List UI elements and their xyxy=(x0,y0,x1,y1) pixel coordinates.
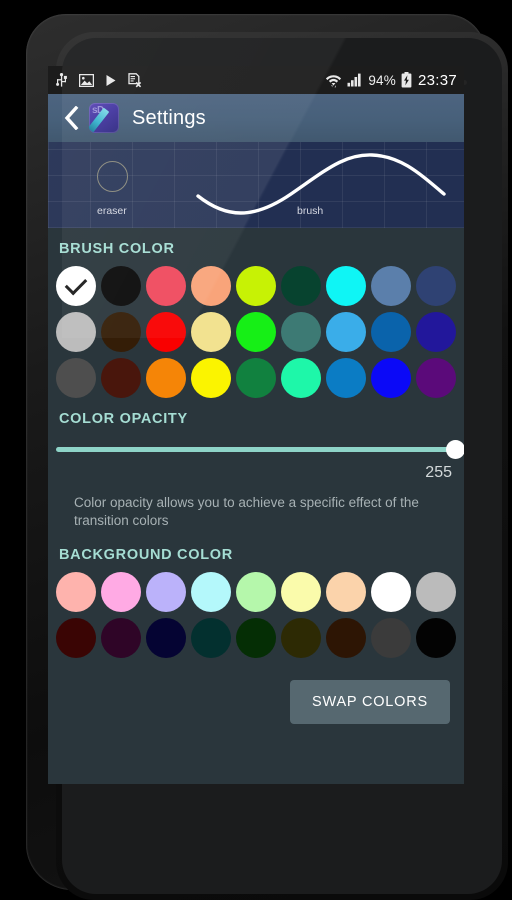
phone-screen: 94% 23:37 sD Settings eraser brush BRUSH… xyxy=(48,66,464,784)
background-color-swatch[interactable] xyxy=(56,618,96,658)
background-color-swatch[interactable] xyxy=(326,572,366,612)
brush-color-swatch[interactable] xyxy=(281,312,321,352)
brush-color-swatch[interactable] xyxy=(146,358,186,398)
background-color-swatch[interactable] xyxy=(416,618,456,658)
background-color-swatch[interactable] xyxy=(56,572,96,612)
status-bar-right-icons: 94% 23:37 xyxy=(325,72,457,89)
brush-color-swatch[interactable] xyxy=(326,358,366,398)
brush-color-swatch[interactable] xyxy=(146,312,186,352)
battery-percent-label: 94% xyxy=(368,72,396,88)
status-bar-clock: 23:37 xyxy=(417,71,457,89)
background-color-swatch[interactable] xyxy=(101,572,141,612)
brush-color-swatch[interactable] xyxy=(146,266,186,306)
signal-icon xyxy=(347,73,361,87)
color-opacity-description: Color opacity allows you to achieve a sp… xyxy=(74,495,419,528)
background-color-swatch[interactable] xyxy=(281,572,321,612)
background-color-swatch[interactable] xyxy=(236,572,276,612)
brush-color-swatch[interactable] xyxy=(191,266,231,306)
background-color-swatch[interactable] xyxy=(281,618,321,658)
brush-color-section: BRUSH COLOR xyxy=(48,228,464,398)
background-color-swatch[interactable] xyxy=(146,572,186,612)
slider-thumb[interactable] xyxy=(446,440,464,459)
color-opacity-header: COLOR OPACITY xyxy=(59,411,188,427)
document-remove-icon xyxy=(128,72,142,87)
settings-content: BRUSH COLOR COLOR OPACITY 255 Color opac… xyxy=(48,228,464,784)
background-color-swatch[interactable] xyxy=(236,618,276,658)
brush-color-row xyxy=(56,312,456,352)
brush-color-row xyxy=(56,266,456,306)
background-color-swatch[interactable] xyxy=(191,618,231,658)
brush-color-grid xyxy=(48,266,464,398)
wifi-icon xyxy=(326,75,342,88)
battery-charging-icon xyxy=(401,72,412,88)
brush-color-swatch[interactable] xyxy=(416,358,456,398)
brush-color-swatch[interactable] xyxy=(101,312,141,352)
brush-color-swatch[interactable] xyxy=(56,312,96,352)
eraser-label: eraser xyxy=(97,205,127,217)
brush-color-swatch[interactable] xyxy=(236,266,276,306)
brush-color-swatch[interactable] xyxy=(191,358,231,398)
background-color-grid xyxy=(48,572,464,658)
back-chevron-icon[interactable] xyxy=(58,103,84,133)
color-opacity-slider[interactable] xyxy=(48,438,464,460)
brush-color-swatch[interactable] xyxy=(236,312,276,352)
background-color-row xyxy=(56,572,456,612)
brush-color-swatch[interactable] xyxy=(416,312,456,352)
status-bar: 94% 23:37 xyxy=(48,66,464,94)
background-color-section: BACKGROUND COLOR xyxy=(48,534,464,658)
background-color-swatch[interactable] xyxy=(326,618,366,658)
brush-color-swatch[interactable] xyxy=(281,358,321,398)
brush-color-swatch[interactable] xyxy=(371,358,411,398)
brush-color-header: BRUSH COLOR xyxy=(59,241,175,257)
brush-color-swatch[interactable] xyxy=(371,312,411,352)
color-opacity-section: COLOR OPACITY 255 Color opacity allows y… xyxy=(48,398,464,534)
brush-label: brush xyxy=(297,205,324,217)
brush-preview-canvas[interactable]: eraser brush xyxy=(48,142,464,228)
play-icon xyxy=(106,74,116,86)
sdraw-app-icon[interactable]: sD xyxy=(89,103,119,133)
background-color-header: BACKGROUND COLOR xyxy=(59,547,233,563)
brush-color-swatch[interactable] xyxy=(326,266,366,306)
page-title: Settings xyxy=(132,106,206,129)
action-bar: sD Settings xyxy=(48,94,464,142)
brush-color-swatch[interactable] xyxy=(416,266,456,306)
background-color-swatch[interactable] xyxy=(191,572,231,612)
background-color-swatch[interactable] xyxy=(416,572,456,612)
background-color-swatch[interactable] xyxy=(146,618,186,658)
slider-track[interactable] xyxy=(56,447,456,452)
status-bar-left-icons xyxy=(55,72,325,88)
swap-colors-button[interactable]: SWAP COLORS xyxy=(290,680,450,724)
brush-color-swatch[interactable] xyxy=(191,312,231,352)
background-color-swatch[interactable] xyxy=(371,572,411,612)
background-color-row xyxy=(56,618,456,658)
brush-color-swatch[interactable] xyxy=(56,266,96,306)
brush-color-swatch[interactable] xyxy=(101,358,141,398)
brush-color-swatch[interactable] xyxy=(101,266,141,306)
brush-color-swatch[interactable] xyxy=(326,312,366,352)
image-icon xyxy=(79,73,94,87)
brush-color-row xyxy=(56,358,456,398)
brush-color-swatch[interactable] xyxy=(56,358,96,398)
background-color-swatch[interactable] xyxy=(371,618,411,658)
color-opacity-value: 255 xyxy=(425,464,452,481)
brush-color-swatch[interactable] xyxy=(281,266,321,306)
swap-colors-row: SWAP COLORS xyxy=(48,658,464,724)
brush-color-swatch[interactable] xyxy=(236,358,276,398)
usb-icon xyxy=(56,72,67,87)
background-color-swatch[interactable] xyxy=(101,618,141,658)
brush-color-swatch[interactable] xyxy=(371,266,411,306)
